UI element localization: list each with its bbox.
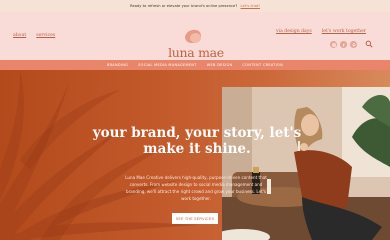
logo-name: luna mae bbox=[168, 45, 224, 60]
announcement-message: Ready to refresh or elevate your brand's… bbox=[130, 4, 238, 8]
hero-body-text: Luna Mae Creative delivers high-quality,… bbox=[125, 175, 267, 201]
hero-section: your brand, your story, let's make it sh… bbox=[0, 70, 390, 240]
announcement-bar: Ready to refresh or elevate your brand's… bbox=[0, 0, 390, 12]
subnav-content-creation[interactable]: CONTENT CREATION bbox=[242, 63, 283, 67]
nav-link-work-together[interactable]: let's work together bbox=[322, 29, 366, 34]
hero-photo bbox=[222, 87, 390, 240]
nav-right: via design days let's work together bbox=[276, 29, 366, 34]
subnav-social-media[interactable]: SOCIAL MEDIA MANAGEMENT bbox=[138, 63, 197, 67]
nav-left: about services bbox=[13, 33, 55, 38]
nav-link-services[interactable]: services bbox=[36, 33, 55, 38]
facebook-icon[interactable] bbox=[340, 41, 347, 48]
search-icon[interactable] bbox=[365, 33, 373, 48]
instagram-icon[interactable] bbox=[330, 41, 337, 48]
service-subnav: BRANDING SOCIAL MEDIA MANAGEMENT WEB DES… bbox=[0, 60, 390, 70]
subnav-web-design[interactable]: WEB DESIGN bbox=[207, 63, 233, 67]
social-links bbox=[330, 41, 357, 48]
pinterest-icon[interactable] bbox=[350, 41, 357, 48]
announcement-link[interactable]: Let's chat! bbox=[240, 4, 259, 8]
announcement-text: Ready to refresh or elevate your brand's… bbox=[130, 4, 260, 8]
nav-link-about[interactable]: about bbox=[13, 33, 26, 38]
see-services-button[interactable]: SEE THE SERVICES bbox=[172, 213, 218, 224]
hero-headline: your brand, your story, let's make it sh… bbox=[92, 125, 302, 157]
subnav-branding[interactable]: BRANDING bbox=[107, 63, 128, 67]
nav-link-design-days[interactable]: via design days bbox=[276, 29, 312, 34]
site-header: about services luna mae CREATIVE via des… bbox=[0, 12, 390, 65]
logo-mark-inner bbox=[190, 33, 201, 43]
